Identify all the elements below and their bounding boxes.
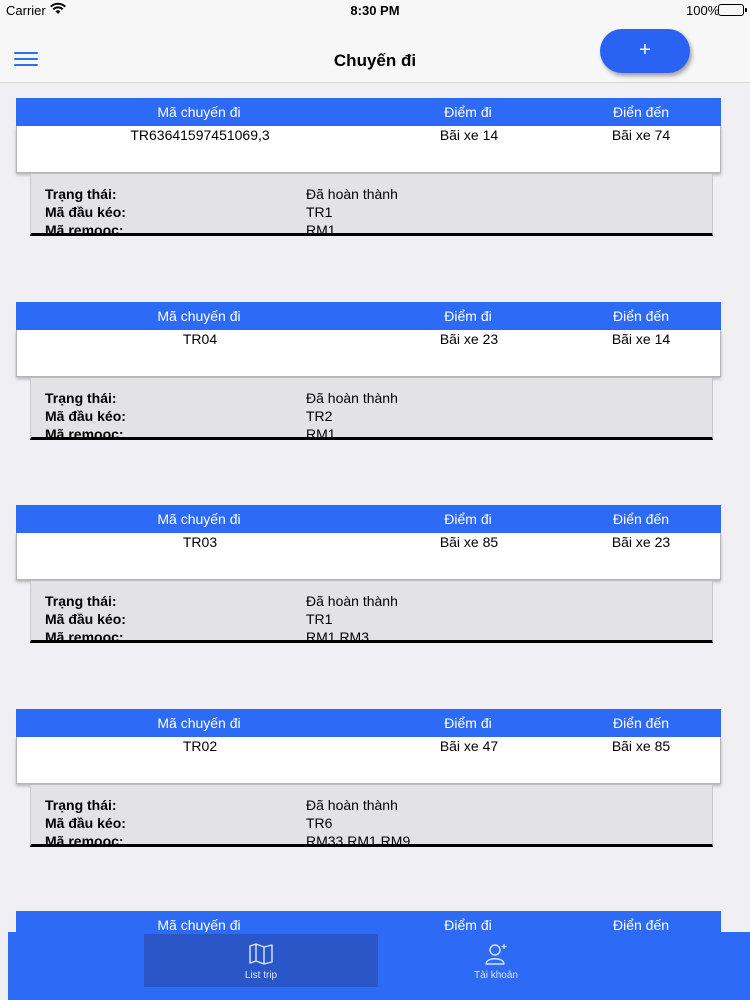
- trip-details: Trạng thái: Đã hoàn thành Mã đầu kéo: TR…: [30, 581, 713, 643]
- trip-header: Mã chuyến đi Điểm đi Điển đến: [16, 708, 721, 737]
- tab-list-trip[interactable]: List trip: [144, 934, 378, 987]
- trip-card[interactable]: Mã chuyến đi Điểm đi Điển đến TR02 Bãi x…: [0, 694, 750, 897]
- column-header-to: Điển đến: [612, 511, 670, 527]
- detail-row-trailer: Mã remooc: RM1: [45, 425, 705, 440]
- trip-code: TR03: [182, 534, 218, 550]
- trip-values-row[interactable]: TR03 Bãi xe 85 Bãi xe 23: [16, 533, 721, 580]
- trip-header: Mã chuyến đi Điểm đi Điển đến: [16, 505, 721, 533]
- trip-details: Trạng thái: Đã hoàn thành Mã đầu kéo: TR…: [30, 377, 713, 440]
- trip-list[interactable]: Mã chuyến đi Điểm đi Điển đến TR63641597…: [0, 83, 750, 932]
- trip-card[interactable]: Mã chuyến đi Điểm đi Điển đến TR63641597…: [0, 83, 750, 286]
- detail-row-status: Trạng thái: Đã hoàn thành: [45, 797, 705, 815]
- trip-header: Mã chuyến đi Điểm đi Điển đến: [16, 98, 721, 126]
- tractor-label: Mã đầu kéo:: [45, 407, 126, 424]
- trailer-label: Mã remooc:: [45, 425, 124, 440]
- trip-card[interactable]: Mã chuyến đi Điểm đi Điển đến TR04 Bãi x…: [0, 287, 750, 490]
- column-header-code: Mã chuyến đi: [157, 714, 241, 731]
- trip-details: Trạng thái: Đã hoàn thành Mã đầu kéo: TR…: [30, 784, 713, 847]
- add-trip-button[interactable]: +: [600, 29, 690, 73]
- column-header-code: Mã chuyến đi: [157, 307, 241, 324]
- trailer-label: Mã remooc:: [45, 222, 124, 236]
- trip-destination: Bãi xe 23: [611, 534, 671, 550]
- tractor-value: TR1: [306, 611, 333, 627]
- trip-destination: Bãi xe 85: [611, 737, 671, 754]
- status-label: Trạng thái:: [45, 186, 117, 202]
- user-icon: [485, 944, 507, 965]
- trailer-value: RM1,RM3: [306, 629, 370, 643]
- column-header-from: Điểm đi: [444, 104, 492, 120]
- trailer-value: RM1: [306, 222, 336, 236]
- detail-row-status: Trạng thái: Đã hoàn thành: [45, 593, 705, 611]
- trip-details: Trạng thái: Đã hoàn thành Mã đầu kéo: TR…: [30, 174, 713, 236]
- trip-origin: Bãi xe 85: [439, 534, 499, 550]
- column-header-from: Điểm đi: [444, 714, 492, 731]
- column-header-code: Mã chuyến đi: [157, 511, 241, 527]
- status-value: Đã hoàn thành: [306, 389, 398, 406]
- trip-code: TR04: [182, 330, 218, 347]
- trip-card-partial[interactable]: Mã chuyến đi Điểm đi Điển đến: [0, 895, 750, 935]
- detail-row-tractor: Mã đầu kéo: TR2: [45, 408, 705, 426]
- battery-percent: 100%: [686, 3, 720, 18]
- tab-label: Tài khoản: [474, 970, 518, 981]
- map-icon: [249, 943, 273, 965]
- trip-values-row[interactable]: TR63641597451069,3 Bãi xe 14 Bãi xe 74: [16, 126, 721, 173]
- column-header-to: Điển đến: [612, 714, 670, 731]
- trip-destination: Bãi xe 14: [611, 330, 671, 347]
- status-label: Trạng thái:: [45, 796, 117, 813]
- status-value: Đã hoàn thành: [306, 186, 398, 202]
- tractor-value: TR1: [306, 204, 333, 220]
- detail-row-trailer: Mã remooc: RM1: [45, 222, 705, 236]
- tab-label: List trip: [244, 970, 278, 981]
- trip-values-row[interactable]: TR04 Bãi xe 23 Bãi xe 14: [16, 329, 721, 377]
- trailer-value: RM1: [306, 425, 336, 440]
- tractor-value: TR6: [306, 814, 333, 831]
- trailer-value: RM33,RM1,RM9: [306, 832, 411, 847]
- trip-header: Mã chuyến đi Điểm đi Điển đến: [16, 301, 721, 330]
- detail-row-tractor: Mã đầu kéo: TR6: [45, 815, 705, 833]
- trip-code: TR02: [182, 737, 218, 754]
- status-label: Trạng thái:: [45, 389, 117, 406]
- status-bar: Carrier 8:30 PM 100%: [0, 0, 750, 22]
- clock: 8:30 PM: [350, 3, 400, 18]
- battery-icon: [718, 4, 747, 16]
- detail-row-trailer: Mã remooc: RM1,RM3: [45, 629, 705, 643]
- trip-origin: Bãi xe 47: [439, 737, 499, 754]
- column-header-code: Mã chuyến đi: [157, 104, 241, 120]
- status-label: Trạng thái:: [45, 593, 117, 609]
- column-header-from: Điểm đi: [444, 511, 492, 527]
- status-value: Đã hoàn thành: [306, 796, 398, 813]
- tractor-label: Mã đầu kéo:: [45, 204, 126, 220]
- column-header-from: Điểm đi: [444, 307, 492, 324]
- trip-values-row[interactable]: TR02 Bãi xe 47 Bãi xe 85: [16, 736, 721, 784]
- status-value: Đã hoàn thành: [306, 593, 398, 609]
- column-header-to: Điển đến: [612, 307, 670, 324]
- trip-destination: Bãi xe 74: [611, 127, 671, 143]
- column-header-to: Điển đến: [612, 104, 670, 120]
- trip-origin: Bãi xe 14: [439, 127, 499, 143]
- trip-code: TR63641597451069,3: [130, 127, 270, 143]
- detail-row-status: Trạng thái: Đã hoàn thành: [45, 390, 705, 408]
- trailer-label: Mã remooc:: [45, 629, 124, 643]
- detail-row-status: Trạng thái: Đã hoàn thành: [45, 186, 705, 204]
- detail-row-trailer: Mã remooc: RM33,RM1,RM9: [45, 832, 705, 847]
- nav-bar: Chuyến đi +: [0, 22, 750, 83]
- tractor-label: Mã đầu kéo:: [45, 611, 126, 627]
- detail-row-tractor: Mã đầu kéo: TR1: [45, 611, 705, 629]
- tractor-label: Mã đầu kéo:: [45, 814, 126, 831]
- detail-row-tractor: Mã đầu kéo: TR1: [45, 204, 705, 222]
- trip-origin: Bãi xe 23: [439, 330, 499, 347]
- trailer-label: Mã remooc:: [45, 832, 124, 847]
- trip-card[interactable]: Mã chuyến đi Điểm đi Điển đến TR03 Bãi x…: [0, 490, 750, 693]
- tab-account[interactable]: Tài khoản: [379, 934, 613, 987]
- tractor-value: TR2: [306, 407, 333, 424]
- tab-bar: List trip Tài khoản: [8, 932, 750, 1000]
